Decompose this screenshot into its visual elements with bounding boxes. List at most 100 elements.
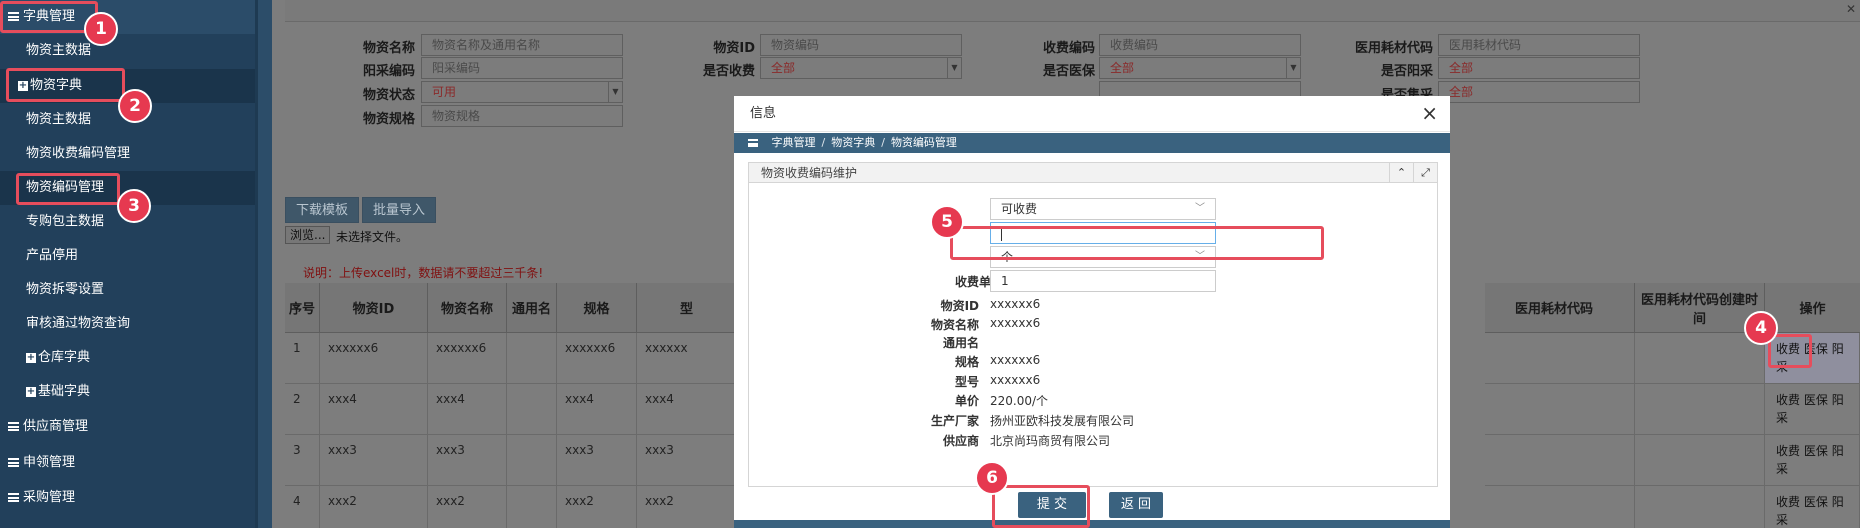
sidebar-item-split-setting[interactable]: 物资拆零设置: [0, 273, 255, 307]
yangcai-code-input[interactable]: 阳采编码: [421, 57, 623, 79]
filter-label-med-code: 医用耗材代码: [1354, 41, 1433, 56]
back-button[interactable]: 返 回: [1109, 492, 1163, 518]
fee-code-input[interactable]: 收费编码: [1099, 34, 1301, 56]
sidebar-item-label: 物资拆零设置: [26, 282, 105, 297]
is-yangcai-select[interactable]: 全部: [1438, 57, 1640, 79]
close-icon[interactable]: ✕: [1846, 2, 1856, 16]
sidebar-item-label: 物资收费编码管理: [26, 146, 131, 161]
cai-link[interactable]: 采: [1776, 513, 1788, 527]
fee-link[interactable]: 收费: [1776, 342, 1800, 356]
tab-bar: ✕: [285, 0, 1860, 22]
sidebar-item-product-disable[interactable]: 产品停用: [0, 239, 255, 273]
sidebar-item-label: 仓库字典: [38, 350, 91, 365]
sidebar-item-dict-mgmt[interactable]: 字典管理: [0, 0, 255, 34]
material-name-input[interactable]: 物资名称及通用名称: [421, 34, 623, 56]
material-id-input[interactable]: 物资编码: [760, 34, 962, 56]
sidebar-item-warehouse-dict[interactable]: + 仓库字典: [0, 341, 255, 375]
fee-unit-count-input[interactable]: 1: [990, 270, 1216, 292]
fee-unit-select[interactable]: 个 ﹀: [990, 246, 1216, 268]
yang-link[interactable]: 阳: [1832, 342, 1844, 356]
cai-link[interactable]: 采: [1776, 462, 1788, 476]
table-cell: 4: [285, 486, 320, 528]
plus-icon: +: [26, 385, 36, 397]
model-label: 型号: [954, 375, 979, 389]
sidebar-item-fee-code-mgmt[interactable]: 物资收费编码管理: [0, 137, 255, 171]
yang-link[interactable]: 阳: [1832, 444, 1844, 458]
breadcrumb: 字典管理 / 物资字典 / 物资编码管理: [734, 133, 1450, 153]
table-cell: xxx3: [428, 435, 507, 486]
table-cell: [507, 384, 557, 435]
fee-link[interactable]: 收费: [1776, 393, 1800, 407]
step-badge-5: 5: [930, 205, 964, 239]
medins-link[interactable]: 医保: [1804, 444, 1828, 458]
list-icon: [8, 12, 19, 21]
sidebar-item-approved-query[interactable]: 审核通过物资查询: [0, 307, 255, 341]
sidebar-item-label: 专购包主数据: [26, 214, 105, 229]
yang-link[interactable]: 阳: [1832, 495, 1844, 509]
fee-code-input[interactable]: [990, 222, 1216, 244]
browse-file-button[interactable]: 浏览...: [285, 226, 331, 244]
table-cell: [507, 486, 557, 528]
plus-icon: +: [26, 351, 36, 363]
column-header: 物资名称: [428, 283, 507, 333]
medins-link[interactable]: 医保: [1804, 495, 1828, 509]
filter-label-name: 物资名称: [362, 41, 415, 56]
is-medins-select[interactable]: 全部 ▼: [1099, 57, 1301, 79]
fee-type-select[interactable]: 可收费 ﹀: [990, 198, 1216, 220]
fee-link[interactable]: 收费: [1776, 495, 1800, 509]
chevron-down-icon: ﹀: [1195, 251, 1205, 262]
filter-label-fee-code: 收费编码: [1042, 41, 1095, 56]
med-code-input[interactable]: 医用耗材代码: [1438, 34, 1640, 56]
is-jicai-select[interactable]: 全部: [1438, 81, 1640, 103]
table-cell: xxxxxx: [637, 333, 737, 384]
sidebar-scrollbar[interactable]: [258, 0, 272, 528]
breadcrumb-item[interactable]: 字典管理: [772, 136, 816, 149]
table-cell: [507, 333, 557, 384]
step-badge-3: 3: [117, 189, 151, 223]
plus-icon: +: [18, 79, 28, 91]
chevron-down-icon: ▼: [608, 82, 622, 102]
sidebar-item-label: 物资编码管理: [26, 180, 105, 195]
sidebar-item-requisition-mgmt[interactable]: 申领管理: [0, 446, 255, 480]
filter-label-id: 物资ID: [713, 41, 755, 56]
sidebar-item-label: 审核通过物资查询: [26, 316, 131, 331]
sidebar-item-purchase-mgmt[interactable]: 采购管理: [0, 481, 255, 515]
fee-link[interactable]: 收费: [1776, 444, 1800, 458]
item-name-label: 物资名称: [930, 318, 979, 332]
yang-link[interactable]: 阳: [1832, 393, 1844, 407]
table-cell: xxxxxx6: [428, 333, 507, 384]
table-cell: xxx2: [637, 486, 737, 528]
step-badge-6: 6: [975, 461, 1009, 495]
close-icon[interactable]: ×: [1421, 103, 1438, 123]
download-template-button[interactable]: 下载模板: [285, 197, 360, 223]
expand-icon[interactable]: ⤢: [1413, 163, 1437, 183]
select-value: 全部: [771, 61, 796, 75]
file-status-text: 未选择文件。: [336, 230, 409, 244]
collapse-icon[interactable]: ⌃: [1389, 163, 1413, 183]
sidebar-item-material-master[interactable]: 物资主数据: [0, 34, 255, 68]
filter-label-is-medins: 是否医保: [1042, 64, 1095, 79]
sidebar-item-label: 物资字典: [30, 78, 83, 93]
cai-link[interactable]: 采: [1776, 360, 1788, 374]
cai-link[interactable]: 采: [1776, 411, 1788, 425]
filter-label-spec: 物资规格: [362, 112, 415, 127]
list-icon: [8, 422, 19, 431]
sidebar-item-supplier-mgmt[interactable]: 供应商管理: [0, 410, 255, 444]
price-label: 单价: [954, 394, 979, 408]
item-id-value: xxxxxx6: [990, 297, 1041, 311]
sidebar-item-label: 物资主数据: [26, 43, 92, 58]
spec-input[interactable]: 物资规格: [421, 105, 623, 127]
medins-link[interactable]: 医保: [1804, 342, 1828, 356]
item-id-label: 物资ID: [940, 299, 979, 313]
column-header: 型: [637, 283, 737, 333]
breadcrumb-item[interactable]: 物资字典: [831, 136, 875, 149]
batch-import-button[interactable]: 批量导入: [362, 197, 437, 223]
sidebar-item-basic-dict[interactable]: + 基础字典: [0, 375, 255, 409]
status-select[interactable]: 可用 ▼: [421, 81, 623, 103]
table-cell: xxx4: [428, 384, 507, 435]
submit-button[interactable]: 提 交: [1018, 492, 1086, 518]
is-fee-select[interactable]: 全部 ▼: [760, 57, 962, 79]
sidebar: 字典管理 物资主数据 + 物资字典 物资主数据 物资收费编码管理 物资编码管理 专…: [0, 0, 258, 528]
table-cell: [507, 435, 557, 486]
medins-link[interactable]: 医保: [1804, 393, 1828, 407]
